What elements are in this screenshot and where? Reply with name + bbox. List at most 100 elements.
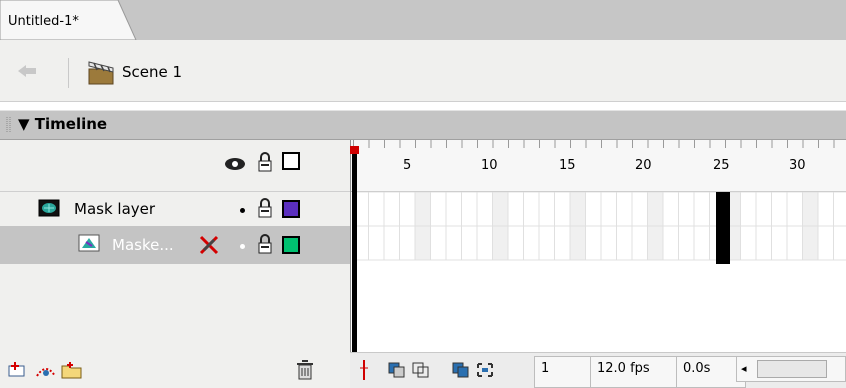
ruler-tick xyxy=(616,140,618,148)
frame-cell[interactable] xyxy=(662,225,679,261)
frame-cell[interactable] xyxy=(802,191,819,227)
visibility-dot[interactable] xyxy=(240,208,245,213)
lock-icon[interactable] xyxy=(257,234,273,258)
insert-layer-icon[interactable] xyxy=(6,360,28,384)
scroll-left-arrow-icon[interactable]: ◂ xyxy=(741,362,747,375)
frame-cell[interactable] xyxy=(368,225,385,261)
visibility-dot[interactable] xyxy=(240,244,245,249)
scene-label[interactable]: Scene 1 xyxy=(122,63,182,81)
frame-cell[interactable] xyxy=(414,191,431,227)
document-tab-title: Untitled-1* xyxy=(8,14,79,29)
frame-cell[interactable] xyxy=(647,191,664,227)
frame-cell[interactable] xyxy=(523,225,540,261)
frame-cell[interactable] xyxy=(585,225,602,261)
frame-rate-field[interactable]: 12.0 fps xyxy=(590,356,684,388)
frame-cell[interactable] xyxy=(507,225,524,261)
frame-cell[interactable] xyxy=(802,225,819,261)
layer-name[interactable]: Maske... xyxy=(112,236,174,254)
frame-cell[interactable] xyxy=(833,225,846,261)
frame-cell[interactable] xyxy=(399,225,416,261)
onion-skin-outlines-icon[interactable] xyxy=(412,362,430,382)
frame-cell[interactable] xyxy=(445,191,462,227)
frame-cell[interactable] xyxy=(786,191,803,227)
frame-cell[interactable] xyxy=(368,191,385,227)
frame-grid[interactable] xyxy=(351,140,846,352)
frame-cell[interactable] xyxy=(399,191,416,227)
layer-row-masked[interactable]: Maske... xyxy=(0,226,350,264)
frame-cell[interactable] xyxy=(445,225,462,261)
frame-cell[interactable] xyxy=(569,191,586,227)
frame-cell[interactable] xyxy=(507,191,524,227)
frame-cell[interactable] xyxy=(600,191,617,227)
frame-cell[interactable] xyxy=(755,191,772,227)
frame-cell[interactable] xyxy=(740,225,757,261)
keyframe-marker[interactable] xyxy=(716,192,730,264)
add-motion-guide-icon[interactable] xyxy=(34,360,58,384)
insert-folder-icon[interactable] xyxy=(60,360,84,384)
frame-cell[interactable] xyxy=(476,191,493,227)
eye-icon[interactable] xyxy=(224,156,246,176)
scene-bar-divider xyxy=(68,58,69,88)
frame-cell[interactable] xyxy=(678,225,695,261)
frame-cell[interactable] xyxy=(430,191,447,227)
center-frame-icon[interactable] xyxy=(358,360,370,384)
frame-cell[interactable] xyxy=(430,225,447,261)
frame-cell[interactable] xyxy=(492,225,509,261)
scrollbar-thumb[interactable] xyxy=(757,360,827,378)
playhead[interactable] xyxy=(352,146,357,356)
frame-cell[interactable] xyxy=(600,225,617,261)
frame-cell[interactable] xyxy=(554,191,571,227)
frame-cell[interactable] xyxy=(817,191,834,227)
frame-cell[interactable] xyxy=(383,191,400,227)
frame-cell[interactable] xyxy=(693,225,710,261)
frame-cell[interactable] xyxy=(662,191,679,227)
frame-cell[interactable] xyxy=(771,191,788,227)
layer-outline-swatch[interactable] xyxy=(282,236,300,254)
layer-outline-swatch[interactable] xyxy=(282,200,300,218)
document-tab[interactable]: Untitled-1* xyxy=(0,0,137,40)
frame-cell[interactable] xyxy=(523,191,540,227)
frame-cell[interactable] xyxy=(616,191,633,227)
frame-cell[interactable] xyxy=(631,191,648,227)
frame-cell[interactable] xyxy=(678,191,695,227)
timeline-title[interactable]: ▼ Timeline xyxy=(18,115,107,133)
back-arrow-icon[interactable] xyxy=(16,64,38,82)
frame-cell[interactable] xyxy=(414,225,431,261)
layer-row-mask[interactable]: Mask layer xyxy=(0,192,350,226)
trash-icon[interactable] xyxy=(296,360,314,384)
frame-cell[interactable] xyxy=(461,225,478,261)
frame-cell[interactable] xyxy=(693,191,710,227)
frame-cell[interactable] xyxy=(538,225,555,261)
ruler-tick xyxy=(399,140,401,148)
frame-cell[interactable] xyxy=(817,225,834,261)
frame-cell[interactable] xyxy=(647,225,664,261)
outline-icon[interactable] xyxy=(282,152,300,174)
frame-cell[interactable] xyxy=(569,225,586,261)
frame-cell[interactable] xyxy=(554,225,571,261)
modify-onion-markers-icon[interactable] xyxy=(476,362,494,382)
frame-cell[interactable] xyxy=(786,225,803,261)
frame-cell[interactable] xyxy=(631,225,648,261)
horizontal-scrollbar[interactable]: ◂ xyxy=(736,356,846,382)
panel-grip-icon[interactable] xyxy=(6,116,12,134)
frame-cell[interactable] xyxy=(755,225,772,261)
frame-cell[interactable] xyxy=(461,191,478,227)
frame-cell[interactable] xyxy=(538,191,555,227)
pencil-cross-icon[interactable] xyxy=(198,234,220,260)
frame-cell[interactable] xyxy=(616,225,633,261)
frame-cell[interactable] xyxy=(740,191,757,227)
clapperboard-icon[interactable] xyxy=(86,58,116,92)
lock-icon[interactable] xyxy=(257,152,273,176)
frame-cell[interactable] xyxy=(492,191,509,227)
lock-icon[interactable] xyxy=(257,198,273,222)
frame-cell[interactable] xyxy=(476,225,493,261)
ruler-tick xyxy=(740,140,742,148)
playhead-cap[interactable] xyxy=(350,146,359,154)
edit-multiple-frames-icon[interactable] xyxy=(452,362,470,382)
layer-name[interactable]: Mask layer xyxy=(74,200,155,218)
onion-skin-icon[interactable] xyxy=(388,362,406,382)
frame-cell[interactable] xyxy=(383,225,400,261)
frame-cell[interactable] xyxy=(771,225,788,261)
frame-cell[interactable] xyxy=(833,191,846,227)
frame-cell[interactable] xyxy=(585,191,602,227)
